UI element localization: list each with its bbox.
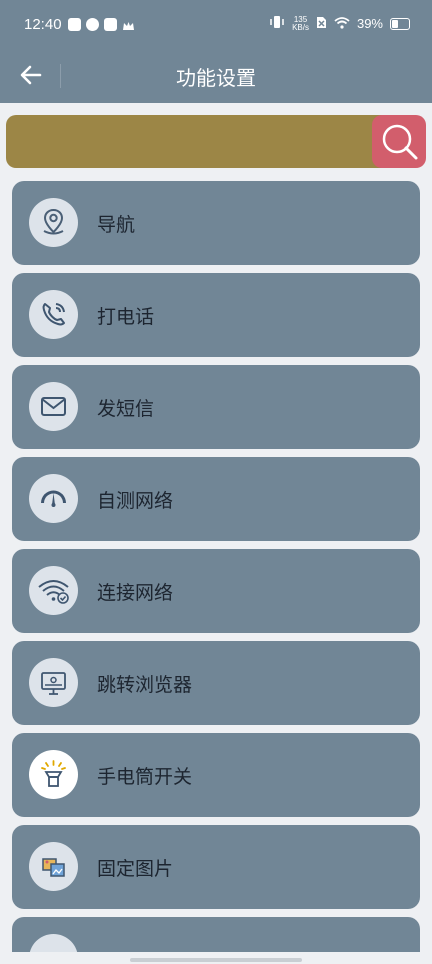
menu-item-network-test[interactable]: 自测网络 [12, 457, 420, 541]
header: 功能设置 [0, 50, 432, 103]
notification-icons [68, 18, 135, 31]
envelope-icon [29, 382, 78, 431]
tiktok-icon [68, 18, 81, 31]
wifi-check-icon [29, 566, 78, 615]
app-notification-icon [86, 18, 99, 31]
settings-item-icon [29, 934, 78, 952]
wifi-icon [334, 14, 350, 33]
menu-item-partial[interactable] [12, 917, 420, 952]
menu-item-label: 发短信 [97, 398, 155, 420]
sim-off-icon [316, 14, 327, 33]
flashlight-icon [29, 750, 78, 799]
speedometer-icon [29, 474, 78, 523]
home-indicator[interactable] [130, 958, 302, 962]
menu-item-label: 自测网络 [97, 490, 174, 512]
picture-pin-icon [29, 842, 78, 891]
menu-item-open-browser[interactable]: 跳转浏览器 [12, 641, 420, 725]
vibrate-icon [269, 14, 285, 33]
menu-item-label: 打电话 [97, 306, 155, 328]
menu-item-flashlight[interactable]: 手电筒开关 [12, 733, 420, 817]
menu-item-pin-picture[interactable]: 固定图片 [12, 825, 420, 909]
menu-item-sms[interactable]: 发短信 [12, 365, 420, 449]
network-speed-unit: KB/s [292, 22, 309, 32]
monitor-browser-icon [29, 658, 78, 707]
search-input[interactable] [6, 115, 386, 168]
menu-item-call[interactable]: 打电话 [12, 273, 420, 357]
menu-item-navigation[interactable]: 导航 [12, 181, 420, 265]
phone-icon [29, 290, 78, 339]
function-list: 导航 打电话 发短信 自测网络 连接网络 跳转浏览器 手电筒开关 固定图片 [12, 181, 420, 952]
network-speed: 135 KB/s [292, 15, 309, 32]
mail-notification-icon [104, 18, 117, 31]
status-right: 135 KB/s 39% [269, 14, 410, 33]
menu-item-label: 跳转浏览器 [97, 674, 193, 696]
menu-item-label: 导航 [97, 214, 136, 236]
search-icon [382, 124, 418, 160]
app-bar: 12:40 135 KB/s 39% 功能设置 [0, 0, 432, 103]
menu-item-label: 固定图片 [97, 858, 174, 880]
status-time: 12:40 [24, 16, 62, 33]
status-bar: 12:40 135 KB/s 39% [0, 0, 432, 50]
search-bar [6, 115, 426, 168]
crown-icon [122, 18, 135, 31]
menu-item-label: 手电筒开关 [97, 766, 193, 788]
menu-item-label: 连接网络 [97, 582, 174, 604]
menu-item-connect-network[interactable]: 连接网络 [12, 549, 420, 633]
search-button[interactable] [372, 115, 426, 168]
page-title: 功能设置 [176, 66, 256, 90]
location-pin-icon [29, 198, 78, 247]
battery-icon [390, 17, 410, 30]
battery-percent: 39% [356, 16, 383, 31]
